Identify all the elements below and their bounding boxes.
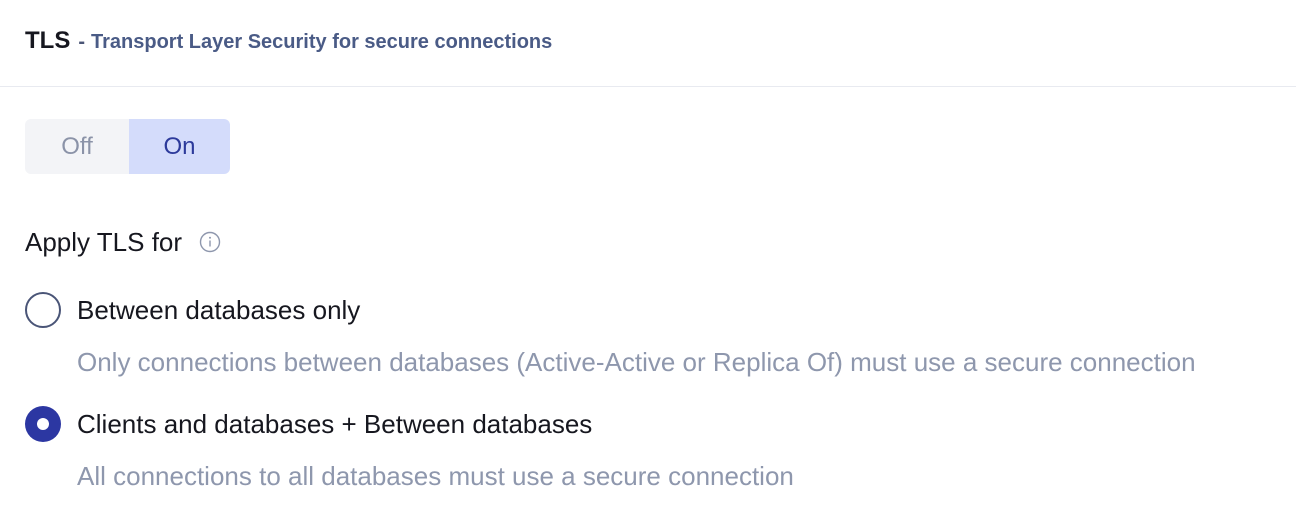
radio-selected-dot bbox=[37, 418, 49, 430]
tls-toggle: Off On bbox=[25, 119, 230, 174]
info-icon[interactable] bbox=[199, 231, 221, 253]
title-separator: - bbox=[78, 31, 85, 53]
radio-between-databases[interactable] bbox=[25, 292, 61, 328]
option-description: All connections to all databases must us… bbox=[77, 461, 794, 491]
radio-clients-and-databases[interactable] bbox=[25, 406, 61, 442]
apply-tls-row: Apply TLS for bbox=[25, 225, 221, 259]
tls-description: Transport Layer Security for secure conn… bbox=[91, 31, 553, 53]
apply-tls-label: Apply TLS for bbox=[25, 227, 183, 257]
toggle-on-button[interactable]: On bbox=[129, 119, 230, 174]
option-description: Only connections between databases (Acti… bbox=[77, 347, 1196, 377]
option-label: Clients and databases + Between database… bbox=[77, 409, 593, 439]
tls-title: TLS bbox=[25, 27, 71, 54]
option-label: Between databases only bbox=[77, 295, 361, 325]
section-header: TLS - Transport Layer Security for secure … bbox=[0, 0, 1296, 87]
toggle-off-button[interactable]: Off bbox=[25, 119, 129, 174]
header-title: TLS - Transport Layer Security for secure … bbox=[25, 26, 552, 59]
